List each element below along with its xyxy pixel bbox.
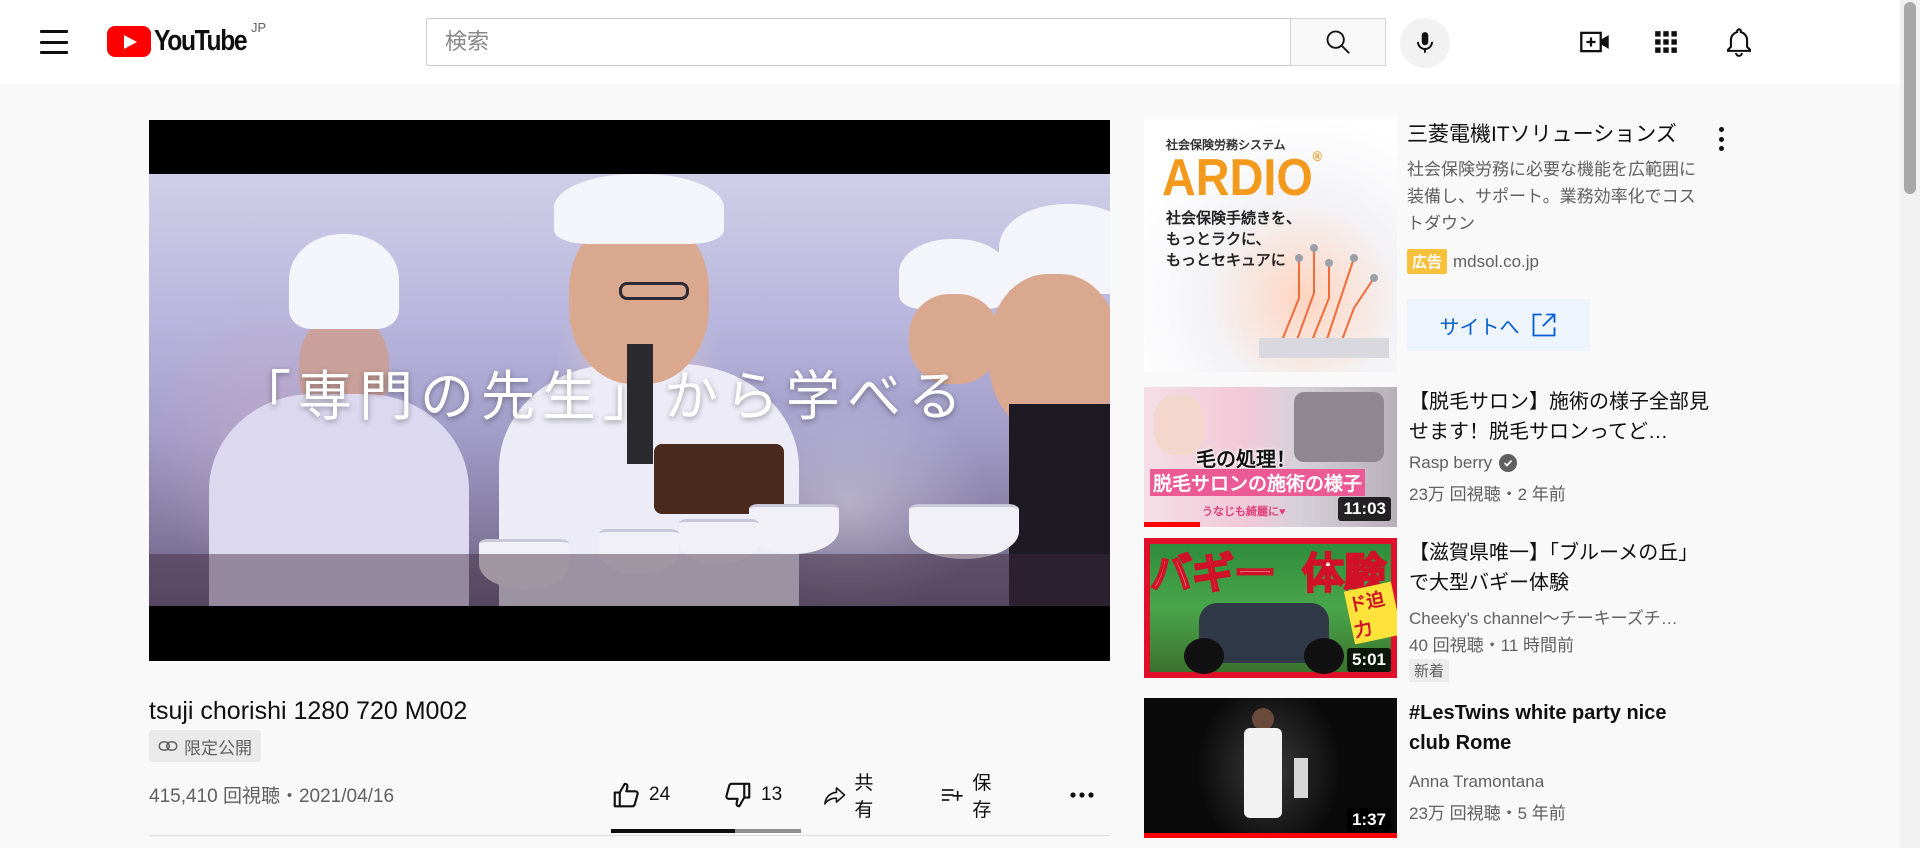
video-duration: 5:01 <box>1346 648 1391 672</box>
video-title: tsuji chorishi 1280 720 M002 <box>149 697 468 725</box>
channel-name[interactable]: Cheeky's channel～チーキーズチ… <box>1409 604 1678 629</box>
apps-grid-icon <box>1655 31 1677 53</box>
visibility-badge: 限定公開 <box>149 730 261 762</box>
ad-badge: 広告 <box>1407 249 1448 274</box>
add-to-playlist-icon <box>941 789 963 801</box>
notifications-button[interactable] <box>1717 22 1761 62</box>
visibility-label: 限定公開 <box>184 738 252 758</box>
ad-domain: mdsol.co.jp <box>1453 251 1539 271</box>
thumb-caption: 毛の処理！ <box>1196 449 1296 471</box>
recommended-video[interactable]: 毛の処理！ 脱毛サロンの施術の様子 うなじも綺麗に♥ 11:03 【脱毛サロン】… <box>1144 387 1744 527</box>
video-thumbnail[interactable]: バギー 体験 ド迫力 5:01 <box>1144 538 1397 678</box>
thumbs-down-icon <box>725 782 751 808</box>
search-input[interactable] <box>445 29 1290 55</box>
share-label: 共有 <box>854 773 874 821</box>
video-duration: 1:37 <box>1346 808 1391 832</box>
ad-menu-icon[interactable] <box>1709 124 1733 154</box>
new-badge: 新着 <box>1409 659 1450 682</box>
video-frame: 「専門の先生」から学べる <box>149 174 1110 606</box>
ad-description: 社会保険労務に必要な機能を広範囲に装備し、サポート。業務効率化でコストダウン <box>1407 160 1696 233</box>
search-box <box>426 18 1290 66</box>
save-button[interactable]: 保存 <box>941 773 1000 821</box>
ad-meta: 広告 mdsol.co.jp <box>1407 249 1539 274</box>
ad-title[interactable]: 三菱電機ITソリューションズ <box>1407 118 1677 148</box>
ad-thumb-brand: ARDIO® <box>1162 148 1323 207</box>
recommended-video[interactable]: 1:37 #LesTwins white party nice club Rom… <box>1144 698 1744 838</box>
ad-card[interactable]: 社会保険労務システム ARDIO® 社会保険手続きを、 もっとラクに、 もっとセ… <box>1144 118 1744 373</box>
search-icon <box>1326 30 1350 54</box>
ad-thumbnail[interactable]: 社会保険労務システム ARDIO® 社会保険手続きを、 もっとラクに、 もっとセ… <box>1144 118 1397 372</box>
link-icon <box>158 741 178 751</box>
share-icon <box>824 787 846 805</box>
watch-progress <box>1144 833 1397 838</box>
apps-button[interactable] <box>1644 22 1688 62</box>
video-title[interactable]: #LesTwins white party nice club Rome <box>1409 698 1709 758</box>
search-button[interactable] <box>1290 18 1386 66</box>
video-thumbnail[interactable]: 毛の処理！ 脱毛サロンの施術の様子 うなじも綺麗に♥ 11:03 <box>1144 387 1397 527</box>
voice-search-button[interactable] <box>1400 18 1450 68</box>
dislike-button[interactable]: 13 <box>723 773 782 817</box>
youtube-play-icon <box>107 25 151 57</box>
like-count: 24 <box>649 784 671 805</box>
thumbs-up-icon <box>613 782 639 808</box>
share-button[interactable]: 共有 <box>823 773 882 821</box>
recommended-video[interactable]: バギー 体験 ド迫力 5:01 【滋賀県唯一】「ブルーメの丘」で大型バギー体験 … <box>1144 538 1744 682</box>
dislike-count: 13 <box>761 784 783 805</box>
video-meta: 23万 回視聴・5 年前 <box>1409 804 1566 823</box>
more-horizontal-icon <box>1070 792 1094 798</box>
video-player[interactable]: 「専門の先生」から学べる <box>149 120 1110 661</box>
video-overlay-caption: 「専門の先生」から学べる <box>237 365 969 428</box>
masthead: YouTube JP <box>0 0 1900 84</box>
mic-icon <box>1416 32 1434 53</box>
like-button[interactable]: 24 <box>611 773 670 817</box>
save-label: 保存 <box>972 773 992 821</box>
create-video-icon <box>1580 31 1609 53</box>
thumb-caption: 脱毛サロンの施術の様子 <box>1150 469 1366 496</box>
thumb-caption: バギー <box>1149 549 1277 598</box>
external-link-icon <box>1532 313 1555 337</box>
like-ratio-fill <box>611 829 735 833</box>
channel-name[interactable]: Rasp berry <box>1409 453 1518 473</box>
visit-site-button[interactable]: サイトへ <box>1407 299 1590 351</box>
video-duration: 11:03 <box>1338 497 1391 521</box>
hamburger-menu-icon[interactable] <box>34 26 74 58</box>
scrollbar-thumb[interactable] <box>1904 2 1916 194</box>
info-divider <box>149 835 1110 836</box>
notifications-bell-icon <box>1727 28 1751 57</box>
logo-text: YouTube <box>154 24 248 57</box>
video-title[interactable]: 【脱毛サロン】施術の様子全部見せます！脱毛サロンってど… <box>1409 387 1709 447</box>
like-dislike-ratio-bar <box>611 829 801 833</box>
video-title[interactable]: 【滋賀県唯一】「ブルーメの丘」で大型バギー体験 <box>1409 538 1709 598</box>
channel-name[interactable]: Anna Tramontana <box>1409 772 1544 792</box>
more-actions-button[interactable] <box>1062 773 1102 817</box>
youtube-logo[interactable]: YouTube <box>107 24 263 58</box>
video-meta: 23万 回視聴・2 年前 <box>1409 485 1566 504</box>
visit-site-label: サイトへ <box>1439 316 1520 339</box>
circuit-illustration <box>1259 244 1389 358</box>
video-meta: 40 回視聴・11 時間前 <box>1409 636 1575 655</box>
thumb-caption: うなじも綺麗に♥ <box>1202 506 1286 518</box>
video-thumbnail[interactable]: 1:37 <box>1144 698 1397 838</box>
verified-check-icon <box>1499 454 1518 472</box>
create-video-button[interactable] <box>1573 22 1617 62</box>
country-code: JP <box>251 20 267 35</box>
watch-progress <box>1144 522 1200 527</box>
view-count-date: 415,410 回視聴・2021/04/16 <box>149 786 395 807</box>
